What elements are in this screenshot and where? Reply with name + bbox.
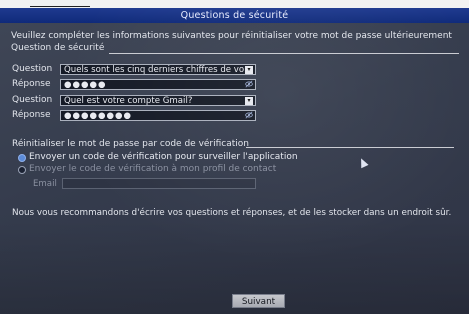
screen-photo: Questions de sécurité Veuillez compléter… [0, 0, 469, 314]
eye-icon[interactable] [245, 80, 253, 89]
answer-2-value: ●●●●●●●● [64, 111, 132, 121]
mouse-cursor-icon [357, 156, 369, 169]
security-legend-line [109, 53, 459, 54]
question-2-select[interactable]: Quel est votre compte Gmail? ▾ [60, 95, 256, 106]
answer-2-field[interactable]: ●●●●●●●● [60, 110, 256, 121]
top-strip [0, 0, 469, 8]
chevron-down-icon[interactable]: ▾ [245, 66, 253, 74]
email-field[interactable] [62, 178, 256, 189]
next-button[interactable]: Suivant [232, 294, 285, 308]
security-legend: Question de sécurité [11, 43, 105, 53]
window-title: Questions de sécurité [0, 8, 469, 23]
dialog-panel: Veuillez compléter les informations suiv… [0, 23, 469, 314]
radio-send-contact-label[interactable]: Envoyer le code de vérification à mon pr… [29, 164, 276, 174]
radio-send-contact[interactable] [18, 166, 26, 174]
question-1-label: Question [12, 64, 53, 74]
email-label: Email [33, 179, 57, 189]
recommendation-text: Nous vous recommandons d'écrire vos ques… [12, 208, 452, 218]
question-1-select[interactable]: Quels sont les cinq derniers chiffres de… [60, 64, 256, 75]
question-2-label: Question [12, 95, 53, 105]
answer-1-value: ●●●●● [64, 80, 107, 90]
question-2-value: Quel est votre compte Gmail? [64, 96, 193, 106]
reset-legend-line [246, 147, 454, 148]
radio-send-app-label[interactable]: Envoyer un code de vérification pour sur… [29, 152, 298, 162]
radio-send-app[interactable] [18, 154, 26, 162]
intro-text: Veuillez compléter les informations suiv… [11, 31, 452, 41]
chevron-down-icon[interactable]: ▾ [245, 97, 253, 105]
answer-2-label: Réponse [12, 110, 51, 120]
top-mark [30, 6, 90, 7]
answer-1-field[interactable]: ●●●●● [60, 79, 256, 90]
eye-icon[interactable] [245, 111, 253, 120]
question-1-value: Quels sont les cinq derniers chiffres de… [64, 65, 245, 75]
answer-1-label: Réponse [12, 79, 51, 89]
reset-legend: Réinitialiser le mot de passe par code d… [12, 139, 250, 149]
